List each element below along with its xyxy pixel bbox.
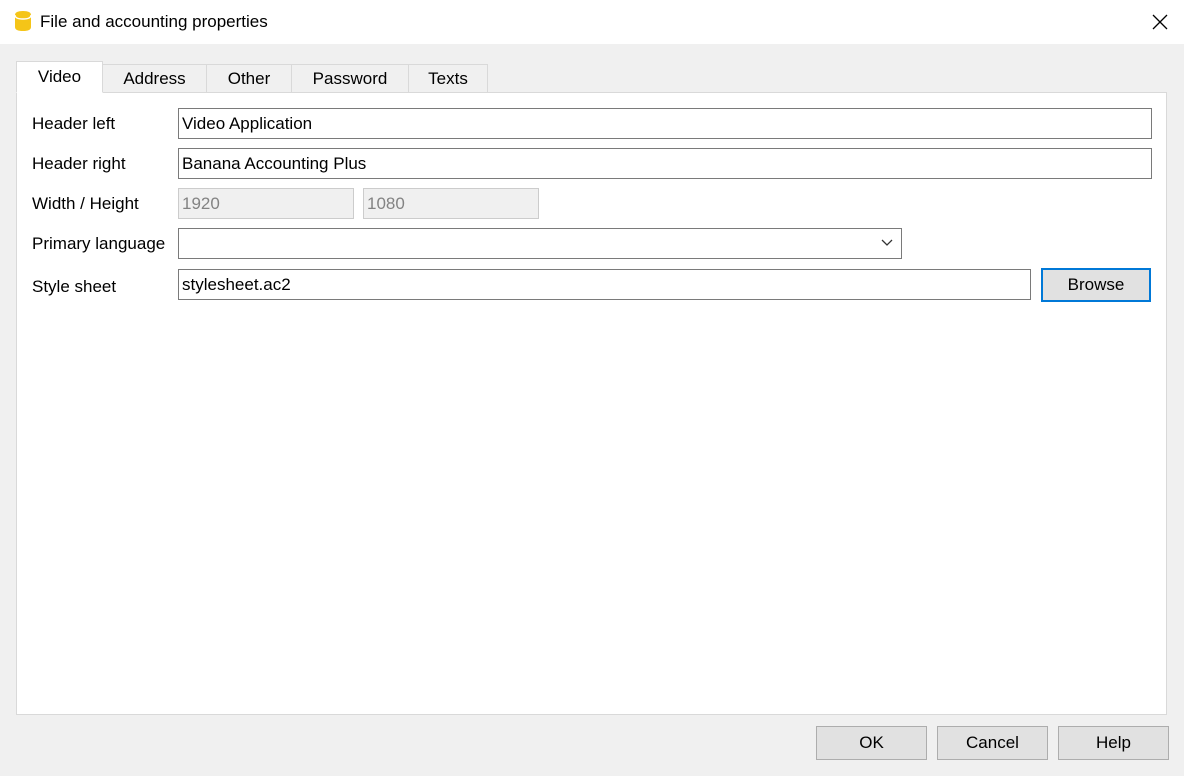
tab-panel-video: Header left Video Application Header rig…: [16, 92, 1167, 715]
app-icon: [14, 11, 32, 31]
browse-button[interactable]: Browse: [1041, 268, 1151, 302]
header-left-label: Header left: [32, 114, 116, 133]
width-height-label: Width / Height: [32, 194, 139, 213]
tab-video[interactable]: Video: [16, 61, 103, 93]
tab-password[interactable]: Password: [292, 64, 409, 93]
primary-language-label: Primary language: [32, 234, 166, 253]
tab-texts[interactable]: Texts: [409, 64, 488, 93]
window-title: File and accounting properties: [40, 12, 268, 31]
close-button[interactable]: [1136, 0, 1184, 44]
tab-bar: Video Address Other Password Texts: [16, 61, 488, 93]
tab-other[interactable]: Other: [207, 64, 292, 93]
style-sheet-label: Style sheet: [32, 277, 117, 296]
properties-dialog: File and accounting properties Video Add…: [0, 0, 1184, 776]
help-button[interactable]: Help: [1058, 726, 1169, 760]
tab-address[interactable]: Address: [103, 64, 207, 93]
height-input: 1080: [363, 188, 539, 219]
primary-language-select[interactable]: [178, 228, 902, 259]
close-icon: [1152, 14, 1168, 30]
style-sheet-input[interactable]: stylesheet.ac2: [178, 269, 1031, 300]
chevron-down-icon: [881, 239, 893, 246]
header-right-label: Header right: [32, 154, 126, 173]
ok-button[interactable]: OK: [816, 726, 927, 760]
header-right-input[interactable]: Banana Accounting Plus: [178, 148, 1152, 179]
width-input: 1920: [178, 188, 354, 219]
header-left-input[interactable]: Video Application: [178, 108, 1152, 139]
title-bar: File and accounting properties: [0, 0, 1184, 44]
cancel-button[interactable]: Cancel: [937, 726, 1048, 760]
